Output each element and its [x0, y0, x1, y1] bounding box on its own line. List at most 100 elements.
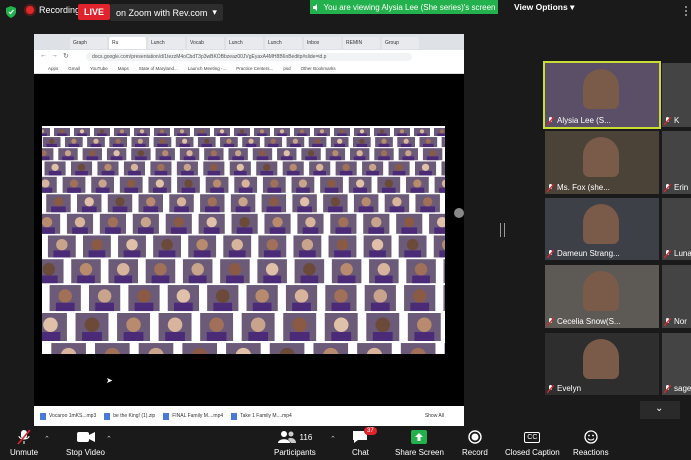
- file-icon: [104, 412, 111, 420]
- participant-video-tile[interactable]: Nor: [662, 265, 691, 328]
- stream-dropdown[interactable]: on Zoom with Rev.com ▾: [110, 4, 223, 21]
- file-icon: [40, 412, 46, 420]
- browser-tab-strip: Graph Ru Lunch Vocab Lunch Lunch Inbox REMIN Gro…: [34, 34, 464, 50]
- unmute-button[interactable]: Unmute: [10, 429, 38, 457]
- participant-video-tile[interactable]: sage: [662, 333, 691, 395]
- collage-shirt: [201, 143, 213, 148]
- collage-face: [375, 317, 391, 333]
- participant-video: [583, 137, 619, 177]
- recording-indicator[interactable]: Recording: [26, 5, 80, 15]
- chevron-down-icon: ▾: [212, 7, 217, 17]
- collage-face: [206, 217, 217, 228]
- participant-video-tile[interactable]: K: [662, 63, 691, 127]
- participant-name-tag: sage: [664, 384, 691, 393]
- collage-shirt: [174, 302, 193, 312]
- view-options-button[interactable]: View Options ▾: [514, 2, 574, 13]
- file-icon: [231, 412, 238, 420]
- collage-shirt: [114, 275, 133, 284]
- shield-icon[interactable]: [6, 6, 16, 18]
- collage-face: [126, 317, 141, 333]
- collage-face: [91, 238, 103, 251]
- closed-caption-button[interactable]: CC Closed Caption: [505, 429, 560, 457]
- collage-face: [137, 150, 145, 157]
- participant-video: [583, 69, 619, 109]
- collage-shirt: [260, 170, 274, 176]
- collage-shirt: [157, 133, 167, 136]
- participant-video-tile[interactable]: Alysia Lee (S...: [543, 61, 661, 129]
- collage-face: [356, 150, 363, 157]
- reactions-button[interactable]: Reactions: [573, 429, 609, 457]
- participant-video-tile[interactable]: Erin: [662, 131, 691, 194]
- collage-shirt: [263, 275, 282, 284]
- collage-photo: [443, 285, 445, 312]
- collage-shirt: [400, 143, 412, 148]
- collage-shirt: [280, 156, 293, 161]
- collage-face: [307, 150, 315, 157]
- collage-face: [98, 179, 107, 188]
- collage-photo: [441, 137, 445, 148]
- collage-face: [241, 179, 250, 188]
- collage-shirt: [153, 187, 167, 193]
- reactions-label: Reactions: [573, 448, 609, 457]
- slide-photo-collage: [42, 126, 445, 354]
- muted-mic-icon: [664, 183, 671, 192]
- collage-face: [371, 217, 382, 228]
- collage-shirt: [81, 206, 97, 213]
- participants-options-caret[interactable]: ⌃: [330, 435, 336, 443]
- drag-handle-icon[interactable]: [684, 5, 688, 17]
- collage-shirt: [193, 250, 211, 258]
- share-screen-button[interactable]: Share Screen: [395, 429, 444, 457]
- collage-shirt: [257, 133, 267, 136]
- participant-name: Evelyn: [557, 384, 582, 393]
- collage-shirt: [188, 275, 207, 284]
- splitter-handle[interactable]: [500, 223, 505, 237]
- participant-name: Alysia Lee (S...: [557, 116, 611, 125]
- stop-video-button[interactable]: Stop Video: [66, 429, 105, 457]
- closed-caption-label: Closed Caption: [505, 448, 560, 457]
- participants-button[interactable]: 116 Participants: [274, 429, 316, 457]
- collage-shirt: [123, 332, 144, 341]
- shared-screen[interactable]: Graph Ru Lunch Vocab Lunch Lunch Inbox REMIN Gro…: [34, 34, 464, 426]
- bookmark-item: Launch Meeting -...: [187, 66, 227, 71]
- collage-face: [228, 263, 242, 276]
- collage-face: [359, 138, 365, 144]
- collage-face: [77, 163, 86, 171]
- participant-video-tile[interactable]: Luna: [662, 198, 691, 260]
- collage-face: [43, 317, 58, 333]
- participant-video-tile[interactable]: Cecelia Snow(S...: [545, 265, 659, 328]
- collage-shirt: [312, 143, 323, 148]
- participant-video-tile[interactable]: Evelyn: [545, 333, 659, 395]
- collage-face: [303, 263, 316, 276]
- collage-shirt: [410, 302, 430, 312]
- collage-shirt: [101, 170, 115, 176]
- video-options-caret[interactable]: ⌃: [106, 435, 112, 443]
- live-badge[interactable]: LIVE: [78, 4, 111, 20]
- collage-face: [406, 238, 419, 251]
- collage-face: [259, 129, 265, 134]
- bookmark-item: Apps: [48, 66, 59, 71]
- audio-options-caret[interactable]: ⌃: [44, 435, 50, 443]
- collage-shirt: [267, 187, 282, 193]
- collage-face: [182, 138, 188, 144]
- collage-shirt: [357, 133, 367, 136]
- collage-shirt: [143, 206, 159, 213]
- participant-video-tile[interactable]: Dameun Strang...: [545, 198, 659, 260]
- participant-video-tile[interactable]: Ms. Fox (she...: [545, 131, 659, 194]
- download-item: FINAL Family M....mp4: [163, 412, 223, 420]
- collage-shirt: [112, 206, 128, 213]
- collage-face: [319, 129, 325, 134]
- collage-face: [231, 238, 243, 251]
- browser-tab: Inbox: [304, 37, 341, 49]
- collage-shirt: [372, 332, 393, 341]
- collage-face: [184, 179, 193, 188]
- bookmark-item: psd: [283, 66, 291, 71]
- collage-shirt: [296, 187, 310, 193]
- record-button[interactable]: Record: [462, 429, 488, 457]
- collage-face: [259, 150, 266, 157]
- collage-shirt: [179, 143, 190, 148]
- participants-label: Participants: [274, 448, 316, 457]
- collage-shirt: [203, 227, 220, 234]
- collage-shirt: [305, 156, 317, 161]
- gallery-scroll-down-button[interactable]: ⌄: [640, 401, 680, 419]
- collapse-panel-icon[interactable]: [454, 208, 464, 218]
